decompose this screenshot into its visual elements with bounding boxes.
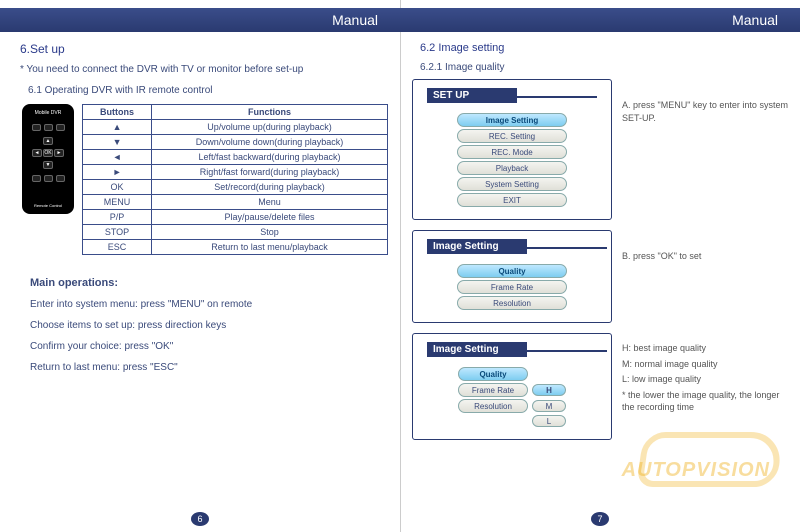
table-cell: STOP: [83, 225, 152, 240]
dpad-right-icon: ►: [54, 149, 64, 157]
menu-item: REC. Mode: [457, 145, 567, 159]
table-cell: ESC: [83, 240, 152, 255]
page-number: 6: [191, 512, 209, 526]
table-cell: P/P: [83, 210, 152, 225]
option-row: Quality: [458, 367, 566, 381]
screen1-desc: A. press "MENU" key to enter into system…: [622, 79, 788, 124]
screen2-desc: B. press "OK" to set: [622, 230, 788, 263]
header-title: Manual: [732, 12, 778, 28]
table-cell: Stop: [152, 225, 388, 240]
remote-btn: [56, 124, 65, 131]
remote-dpad: ▲ ▼ ◄ ► OK: [32, 137, 64, 169]
ops-line: Confirm your choice: press "OK": [30, 341, 388, 352]
option-label: Resolution: [458, 399, 528, 413]
section-6-2-title: 6.2 Image setting: [420, 42, 788, 54]
desc-line: L: low image quality: [622, 373, 788, 386]
menu-item: System Setting: [457, 177, 567, 191]
menu-item: Resolution: [457, 296, 567, 310]
screen-title: Image Setting: [427, 342, 527, 357]
option-value: L: [532, 415, 566, 427]
option-value: M: [532, 400, 566, 412]
menu-item: Playback: [457, 161, 567, 175]
table-cell: Menu: [152, 195, 388, 210]
menu-item: EXIT: [457, 193, 567, 207]
header-title: Manual: [332, 12, 378, 28]
menu-item: REC. Setting: [457, 129, 567, 143]
table-cell: Right/fast forward(during playback): [152, 165, 388, 180]
table-row: ▼Down/volume down(during playback): [83, 135, 388, 150]
table-row: ESCReturn to last menu/playback: [83, 240, 388, 255]
desc-line: H: best image quality: [622, 342, 788, 355]
table-cell: ◄: [83, 150, 152, 165]
section-6-title: 6.Set up: [20, 42, 388, 56]
page-left: Manual 6.Set up * You need to connect th…: [0, 0, 400, 532]
menu-item: Frame Rate: [457, 280, 567, 294]
option-label: Quality: [458, 367, 528, 381]
option-row: Resolution M: [458, 399, 566, 413]
page-right: Manual 6.2 Image setting 6.2.1 Image qua…: [400, 0, 800, 532]
dpad-ok: OK: [43, 149, 53, 157]
table-row: STOPStop: [83, 225, 388, 240]
table-row: ▲Up/volume up(during playback): [83, 120, 388, 135]
remote-btn: [32, 124, 41, 131]
remote-btn: [32, 175, 41, 182]
watermark-shape: [636, 432, 784, 487]
dpad-left-icon: ◄: [32, 149, 42, 157]
ops-line: Choose items to set up: press direction …: [30, 320, 388, 331]
remote-brand: Mobile DVR: [35, 110, 62, 116]
buttons-table: Buttons Functions ▲Up/volume up(during p…: [82, 104, 388, 255]
table-row: ◄Left/fast backward(during playback): [83, 150, 388, 165]
th-functions: Functions: [152, 105, 388, 120]
option-label: Frame Rate: [458, 383, 528, 397]
remote-btn: [56, 175, 65, 182]
table-cell: Up/volume up(during playback): [152, 120, 388, 135]
remote-btn: [44, 124, 53, 131]
header-bar: Manual: [0, 8, 400, 32]
option-row: L: [458, 415, 566, 427]
desc-line: M: normal image quality: [622, 358, 788, 371]
page-number: 7: [591, 512, 609, 526]
remote-footer: Remote Control: [34, 203, 62, 208]
remote-graphic: Mobile DVR ▲ ▼ ◄ ► OK Remote Control: [22, 104, 74, 214]
table-cell: Set/record(during playback): [152, 180, 388, 195]
table-row: MENUMenu: [83, 195, 388, 210]
screen-setup: SET UP Image Setting REC. Setting REC. Mod…: [412, 79, 612, 220]
setup-note: * You need to connect the DVR with TV or…: [20, 64, 388, 75]
screen3-desc: H: best image quality M: normal image qua…: [622, 333, 788, 417]
screen-image-setting-1: Image Setting Quality Frame Rate Resolutio…: [412, 230, 612, 323]
desc-line: * the lower the image quality, the longe…: [622, 389, 788, 414]
section-6-2-1-title: 6.2.1 Image quality: [420, 62, 788, 73]
ops-line: Enter into system menu: press "MENU" on …: [30, 299, 388, 310]
section-6-1-title: 6.1 Operating DVR with IR remote control: [28, 85, 388, 96]
table-cell: OK: [83, 180, 152, 195]
table-cell: Left/fast backward(during playback): [152, 150, 388, 165]
th-buttons: Buttons: [83, 105, 152, 120]
remote-btn: [44, 175, 53, 182]
header-bar: Manual: [400, 8, 800, 32]
screen-title: SET UP: [427, 88, 517, 103]
watermark-text: AUTOPVISION: [622, 459, 770, 482]
table-cell: Return to last menu/playback: [152, 240, 388, 255]
table-cell: ►: [83, 165, 152, 180]
table-cell: Down/volume down(during playback): [152, 135, 388, 150]
table-row: P/PPlay/pause/delete files: [83, 210, 388, 225]
ops-line: Return to last menu: press "ESC": [30, 362, 388, 373]
option-row: Frame Rate H: [458, 383, 566, 397]
option-value: H: [532, 384, 566, 396]
table-cell: ▲: [83, 120, 152, 135]
dpad-down-icon: ▼: [43, 161, 53, 169]
table-row: OKSet/record(during playback): [83, 180, 388, 195]
table-cell: ▼: [83, 135, 152, 150]
screen-title: Image Setting: [427, 239, 527, 254]
table-cell: Play/pause/delete files: [152, 210, 388, 225]
table-cell: MENU: [83, 195, 152, 210]
screen-image-setting-2: Image Setting Quality Frame Rate H Resoluti…: [412, 333, 612, 440]
menu-item: Image Setting: [457, 113, 567, 127]
dpad-up-icon: ▲: [43, 137, 53, 145]
table-row: ►Right/fast forward(during playback): [83, 165, 388, 180]
main-ops-heading: Main operations:: [30, 277, 388, 289]
main-operations: Main operations: Enter into system menu:…: [30, 277, 388, 373]
menu-item: Quality: [457, 264, 567, 278]
